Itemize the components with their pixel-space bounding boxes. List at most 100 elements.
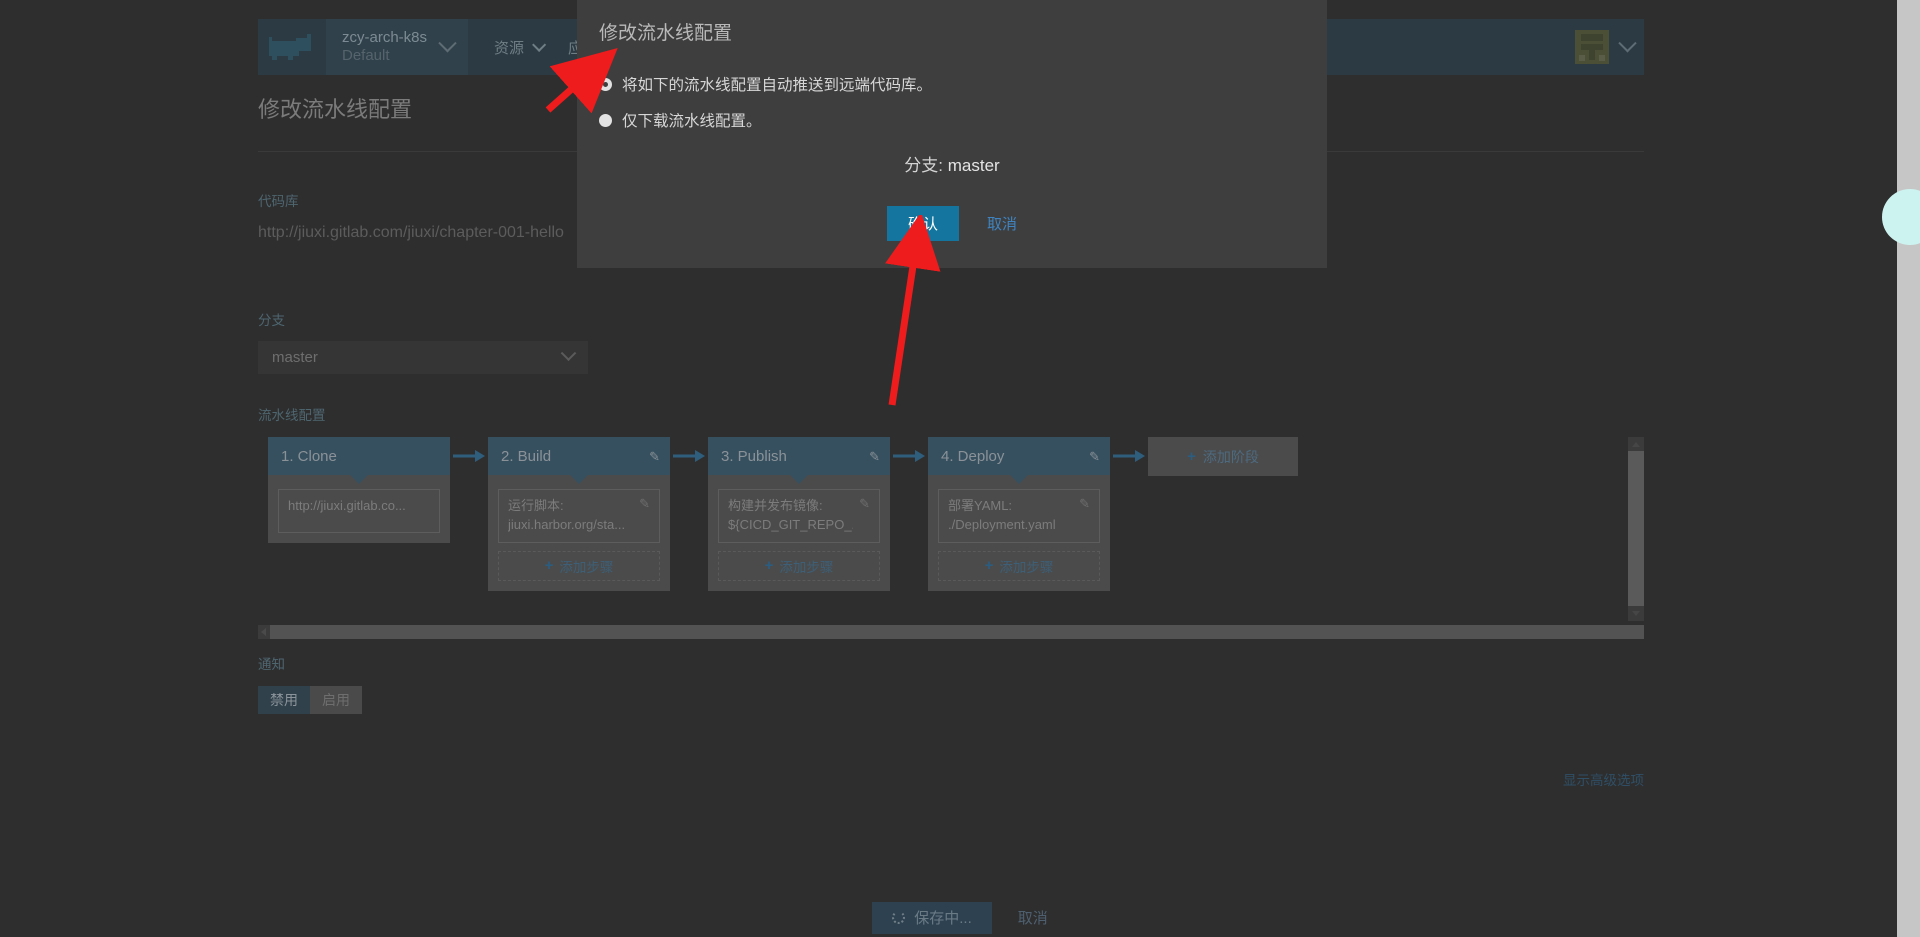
stage-notch-icon [350, 475, 368, 484]
stage-connector-arrow-icon [890, 437, 928, 475]
save-button-label: 保存中... [914, 910, 972, 927]
chevron-down-icon [560, 345, 577, 362]
footer-cancel-button[interactable]: 取消 [1018, 907, 1048, 928]
cluster-namespace: Default [342, 47, 390, 64]
pipeline-stage-title: 1. Clone [281, 447, 337, 465]
modal-option-push[interactable]: 将如下的流水线配置自动推送到远端代码库。 [599, 73, 1327, 95]
scroll-up-arrow-icon[interactable] [1632, 442, 1640, 447]
edit-pencil-icon[interactable]: ✎ [1079, 497, 1090, 535]
nav-item-resources-label: 资源 [494, 39, 525, 57]
modal-confirm-button[interactable]: 确认 [886, 206, 959, 241]
branch-select-value: master [272, 349, 318, 366]
pipeline-vertical-scrollbar[interactable] [1628, 437, 1644, 621]
pipeline-stage: 1. Clone http://jiuxi.gitlab.co... [268, 437, 450, 543]
stage-connector-arrow-icon [450, 437, 488, 475]
show-advanced-options-link[interactable]: 显示高级选项 [1563, 769, 1644, 789]
add-step-button[interactable]: + 添加步骤 [498, 550, 660, 581]
pipeline-stage-header[interactable]: 4. Deploy ✎ [928, 437, 1110, 475]
scroll-left-arrow-icon[interactable] [261, 628, 266, 636]
vertical-scroll-thumb[interactable] [1628, 451, 1644, 606]
add-step-label: 添加步骤 [999, 559, 1054, 575]
cluster-selector[interactable]: zcy-arch-k8s Default [326, 19, 469, 75]
add-step-button[interactable]: + 添加步骤 [938, 550, 1100, 581]
pipeline-editor: 1. Clone http://jiuxi.gitlab.co... 2. Buil… [258, 437, 1644, 639]
pipeline-step-text: 部署YAML: ./Deployment.yaml [948, 498, 1056, 532]
modal-option-download-label: 仅下载流水线配置。 [622, 113, 762, 130]
add-step-button[interactable]: + 添加步骤 [718, 550, 880, 581]
pipeline-stage: 3. Publish ✎ 构建并发布镜像: ${CICD_GIT_REPO_... ✎ +… [708, 437, 890, 591]
rancher-cow-logo-icon[interactable] [260, 19, 320, 75]
cluster-name: zcy-arch-k8s [342, 29, 428, 47]
pipeline-config-label: 流水线配置 [258, 408, 326, 423]
pipeline-stage-title: 2. Build [501, 447, 552, 465]
modal-branch-info: 分支: master [577, 151, 1327, 176]
branch-label: 分支 [258, 313, 285, 328]
stage-list: 1. Clone http://jiuxi.gitlab.co... 2. Buil… [258, 437, 1628, 591]
add-step-label: 添加步骤 [779, 559, 834, 575]
pipeline-step[interactable]: 部署YAML: ./Deployment.yaml ✎ [938, 489, 1100, 543]
edit-pencil-icon[interactable]: ✎ [649, 450, 660, 463]
pipeline-stage-body: http://jiuxi.gitlab.co... [268, 475, 450, 543]
modal-branch-prefix: 分支: [904, 156, 944, 175]
plus-icon: + [1187, 448, 1196, 465]
chevron-down-icon [532, 37, 547, 52]
stage-connector-arrow-icon [670, 437, 708, 475]
nav-right-group [1575, 19, 1637, 75]
stage-notch-icon [570, 475, 588, 484]
chevron-down-icon [438, 33, 457, 52]
plus-icon: + [544, 557, 554, 575]
edit-pencil-icon[interactable]: ✎ [639, 497, 650, 535]
plus-icon: + [984, 557, 994, 575]
pipeline-stage-body: 部署YAML: ./Deployment.yaml ✎ + 添加步骤 [928, 475, 1110, 591]
modal-branch-value: master [947, 156, 1000, 175]
pipeline-stage-body: 构建并发布镜像: ${CICD_GIT_REPO_... ✎ + 添加步骤 [708, 475, 890, 591]
plus-icon: + [764, 557, 774, 575]
pipeline-step[interactable]: 构建并发布镜像: ${CICD_GIT_REPO_... ✎ [718, 489, 880, 543]
notify-toggle[interactable]: 禁用 启用 [258, 686, 362, 714]
floating-help-bubble[interactable] [1882, 189, 1920, 245]
notify-label: 通知 [258, 657, 285, 672]
pipeline-horizontal-scrollbar[interactable] [258, 625, 1644, 639]
stage-connector-arrow-icon [1110, 437, 1148, 475]
notify-toggle-disabled[interactable]: 禁用 [258, 686, 310, 714]
pipeline-stage-body: 运行脚本: jiuxi.harbor.org/sta... ✎ + 添加步骤 [488, 475, 670, 591]
pipeline-step[interactable]: 运行脚本: jiuxi.harbor.org/sta... ✎ [498, 489, 660, 543]
modal-option-push-label: 将如下的流水线配置自动推送到远端代码库。 [622, 77, 933, 94]
pipeline-stage-header[interactable]: 3. Publish ✎ [708, 437, 890, 475]
pipeline-config-modal: 修改流水线配置 将如下的流水线配置自动推送到远端代码库。 仅下载流水线配置。 分… [577, 0, 1327, 268]
footer-action-bar: 保存中... 取消 [0, 898, 1920, 937]
pipeline-stage: 4. Deploy ✎ 部署YAML: ./Deployment.yaml ✎ + 添加步骤 [928, 437, 1110, 591]
stage-notch-icon [1010, 475, 1028, 484]
loading-spinner-icon [892, 911, 906, 924]
add-stage-label: 添加阶段 [1202, 448, 1259, 465]
branch-select[interactable]: master [258, 341, 588, 374]
notify-toggle-enabled[interactable]: 启用 [310, 686, 362, 714]
chevron-down-icon[interactable] [1618, 33, 1637, 52]
pipeline-stage-title: 4. Deploy [941, 447, 1005, 465]
pipeline-stage-title: 3. Publish [721, 447, 787, 465]
edit-pencil-icon[interactable]: ✎ [869, 450, 880, 463]
modal-option-download[interactable]: 仅下载流水线配置。 [599, 109, 1327, 131]
pipeline-step[interactable]: http://jiuxi.gitlab.co... [278, 489, 440, 533]
pipeline-stage-header[interactable]: 1. Clone [268, 437, 450, 475]
scroll-down-arrow-icon[interactable] [1632, 611, 1640, 616]
pipeline-step-text: http://jiuxi.gitlab.co... [288, 498, 406, 513]
edit-pencil-icon[interactable]: ✎ [859, 497, 870, 535]
stage-notch-icon [790, 475, 808, 484]
app-root: zcy-arch-k8s Default 资源 应用商店 [0, 0, 1920, 937]
add-step-label: 添加步骤 [559, 559, 614, 575]
horizontal-scroll-thumb[interactable] [270, 625, 1644, 639]
add-stage-button[interactable]: + 添加阶段 [1148, 437, 1298, 476]
pipeline-stage-header[interactable]: 2. Build ✎ [488, 437, 670, 475]
modal-cancel-link[interactable]: 取消 [987, 213, 1017, 234]
pipeline-stage: 2. Build ✎ 运行脚本: jiuxi.harbor.org/sta... ✎ + 添… [488, 437, 670, 591]
user-avatar[interactable] [1575, 30, 1609, 64]
nav-item-resources[interactable]: 资源 [494, 37, 547, 58]
radio-button-unselected[interactable] [599, 113, 612, 127]
edit-pencil-icon[interactable]: ✎ [1089, 450, 1100, 463]
save-button[interactable]: 保存中... [872, 901, 992, 934]
modal-actions: 确认 取消 [577, 206, 1327, 241]
modal-title: 修改流水线配置 [599, 23, 733, 44]
pipeline-step-text: 运行脚本: jiuxi.harbor.org/sta... [508, 498, 626, 532]
radio-button-selected[interactable] [599, 77, 612, 91]
